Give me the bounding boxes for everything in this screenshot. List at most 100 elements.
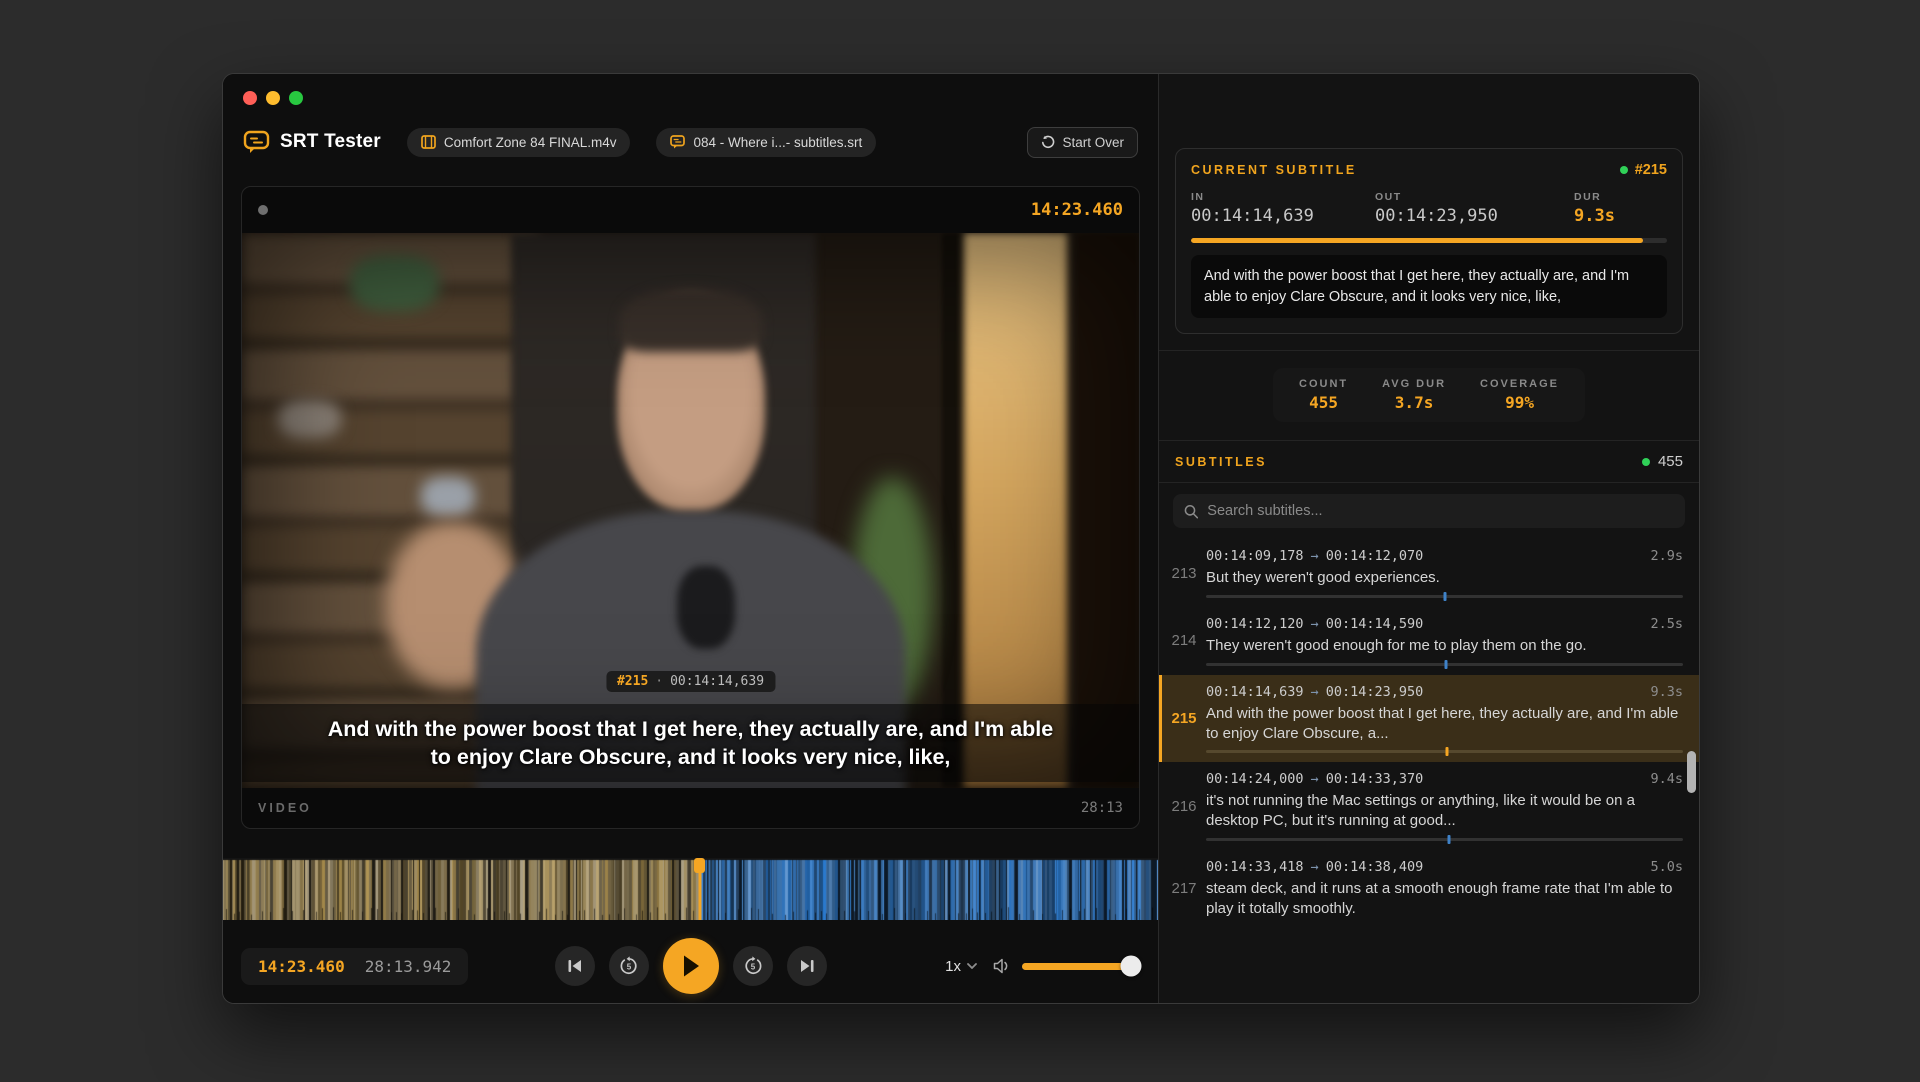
subtitle-row-213[interactable]: 213 00:14:09,178 → 00:14:12,070 2.9s But… xyxy=(1159,539,1699,607)
row-duration: 2.9s xyxy=(1650,548,1683,564)
chat-bubble-icon xyxy=(670,135,685,149)
rewind-5-icon: 5 xyxy=(619,956,639,976)
forward-5s-button[interactable]: 5 xyxy=(733,946,773,986)
loaded-status-icon xyxy=(1642,458,1650,466)
search-input[interactable] xyxy=(1207,503,1674,519)
stat-count: COUNT 455 xyxy=(1299,378,1348,412)
video-file-chip[interactable]: Comfort Zone 84 FINAL.m4v xyxy=(407,128,631,157)
row-position-bar xyxy=(1206,595,1683,598)
in-column: IN 00:14:14,639 xyxy=(1191,191,1361,226)
minimize-button[interactable] xyxy=(266,91,280,105)
play-pause-button[interactable] xyxy=(663,938,719,994)
subtitle-index-badge: #215 · 00:14:14,639 xyxy=(606,671,775,692)
dur-label: DUR xyxy=(1574,191,1615,203)
srt-file-chip[interactable]: 084 - Where i...- subtitles.srt xyxy=(656,128,876,157)
arrow-right-icon: → xyxy=(1311,684,1319,700)
active-status-icon xyxy=(1620,166,1628,174)
app-logo-speech-bubble-icon xyxy=(243,130,270,155)
row-end-time: 00:14:12,070 xyxy=(1326,548,1424,564)
film-icon xyxy=(421,135,436,149)
video-footer-label: VIDEO xyxy=(258,801,312,815)
divider xyxy=(1159,482,1699,483)
skip-to-start-button[interactable] xyxy=(555,946,595,986)
row-text: And with the power boost that I get here… xyxy=(1206,704,1683,744)
row-number: 215 xyxy=(1162,710,1206,727)
row-end-time: 00:14:23,950 xyxy=(1326,684,1424,700)
skip-to-end-button[interactable] xyxy=(787,946,827,986)
search-box[interactable] xyxy=(1173,494,1685,528)
svg-text:5: 5 xyxy=(750,963,755,972)
player-pane: SRT Tester Comfort Zone 84 FINAL.m4v xyxy=(223,74,1158,1003)
volume-control xyxy=(993,958,1140,974)
current-subtitle-card: CURRENT SUBTITLE #215 IN 00:14:14,639 OU… xyxy=(1175,148,1683,334)
search-icon xyxy=(1184,504,1198,519)
row-duration: 9.3s xyxy=(1650,684,1683,700)
subtitle-list: 213 00:14:09,178 → 00:14:12,070 2.9s But… xyxy=(1159,539,1699,980)
video-header: 14:23.460 xyxy=(242,187,1139,233)
subtitles-count: 455 xyxy=(1642,453,1683,470)
row-text: They weren't good enough for me to play … xyxy=(1206,636,1683,656)
row-duration: 2.5s xyxy=(1650,616,1683,632)
close-button[interactable] xyxy=(243,91,257,105)
waveform-timeline[interactable] xyxy=(223,858,1158,920)
dur-value: 9.3s xyxy=(1574,206,1615,226)
stat-coverage: COVERAGE 99% xyxy=(1480,378,1559,412)
stats-row: COUNT 455 AVG DUR 3.7s COVERAGE 99% xyxy=(1159,351,1699,440)
speed-label: 1x xyxy=(945,958,961,975)
video-frame[interactable]: #215 · 00:14:14,639 And with the power b… xyxy=(242,233,1139,788)
subtitle-row-214[interactable]: 214 00:14:12,120 → 00:14:14,590 2.5s The… xyxy=(1159,607,1699,675)
row-start-time: 00:14:24,000 xyxy=(1206,771,1304,787)
subtitle-row-217[interactable]: 217 00:14:33,418 → 00:14:38,409 5.0s ste… xyxy=(1159,850,1699,928)
badge-time: 00:14:14,639 xyxy=(670,674,764,689)
row-position-bar xyxy=(1206,838,1683,841)
subtitle-row-216[interactable]: 216 00:14:24,000 → 00:14:33,370 9.4s it'… xyxy=(1159,762,1699,850)
badge-separator: · xyxy=(655,674,663,689)
row-number: 216 xyxy=(1162,798,1206,815)
out-column: OUT 00:14:23,950 xyxy=(1375,191,1560,226)
subtitle-caption: And with the power boost that I get here… xyxy=(242,704,1139,782)
playhead-handle-icon[interactable] xyxy=(694,858,705,873)
row-position-marker xyxy=(1448,835,1451,844)
playback-speed-selector[interactable]: 1x xyxy=(945,958,977,975)
rewind-5s-button[interactable]: 5 xyxy=(609,946,649,986)
row-end-time: 00:14:14,590 xyxy=(1326,616,1424,632)
row-duration: 9.4s xyxy=(1650,771,1683,787)
subtitles-header: SUBTITLES 455 xyxy=(1159,441,1699,482)
start-over-button[interactable]: Start Over xyxy=(1027,127,1138,158)
video-current-time: 14:23.460 xyxy=(1031,200,1123,220)
app-title: SRT Tester xyxy=(280,131,381,153)
status-dot-icon xyxy=(258,205,268,215)
toolbar: SRT Tester Comfort Zone 84 FINAL.m4v xyxy=(223,122,1158,162)
scrollbar-thumb[interactable] xyxy=(1687,751,1696,793)
row-position-marker xyxy=(1445,747,1448,756)
caption-line-1: And with the power boost that I get here… xyxy=(328,717,1054,742)
time-readout: 14:23.460 28:13.942 xyxy=(241,948,468,985)
out-label: OUT xyxy=(1375,191,1560,203)
elapsed-time: 14:23.460 xyxy=(258,957,345,976)
volume-slider[interactable] xyxy=(1022,963,1140,970)
row-position-bar xyxy=(1206,663,1683,666)
volume-knob[interactable] xyxy=(1120,956,1141,977)
arrow-right-icon: → xyxy=(1311,859,1319,875)
speaker-icon[interactable] xyxy=(993,958,1012,974)
playhead[interactable] xyxy=(698,858,701,920)
waveform-canvas xyxy=(223,858,1158,920)
subtitle-row-215-active[interactable]: 215 00:14:14,639 → 00:14:23,950 9.3s And… xyxy=(1159,675,1699,763)
srt-file-name: 084 - Where i...- subtitles.srt xyxy=(693,135,862,150)
app-identity: SRT Tester xyxy=(243,130,381,155)
row-text: But they weren't good experiences. xyxy=(1206,568,1683,588)
subtitles-title: SUBTITLES xyxy=(1175,455,1267,469)
row-start-time: 00:14:09,178 xyxy=(1206,548,1304,564)
arrow-right-icon: → xyxy=(1311,771,1319,787)
subtitle-progress-fill xyxy=(1191,238,1643,243)
row-start-time: 00:14:33,418 xyxy=(1206,859,1304,875)
subtitle-panel: CURRENT SUBTITLE #215 IN 00:14:14,639 OU… xyxy=(1158,74,1699,1003)
row-start-time: 00:14:14,639 xyxy=(1206,684,1304,700)
row-position-marker xyxy=(1443,592,1446,601)
video-player-card: 14:23.460 #215 · xyxy=(241,186,1140,829)
zoom-button[interactable] xyxy=(289,91,303,105)
row-position-bar xyxy=(1206,750,1683,753)
row-end-time: 00:14:38,409 xyxy=(1326,859,1424,875)
arrow-right-icon: → xyxy=(1311,548,1319,564)
chevron-down-icon xyxy=(967,963,977,969)
